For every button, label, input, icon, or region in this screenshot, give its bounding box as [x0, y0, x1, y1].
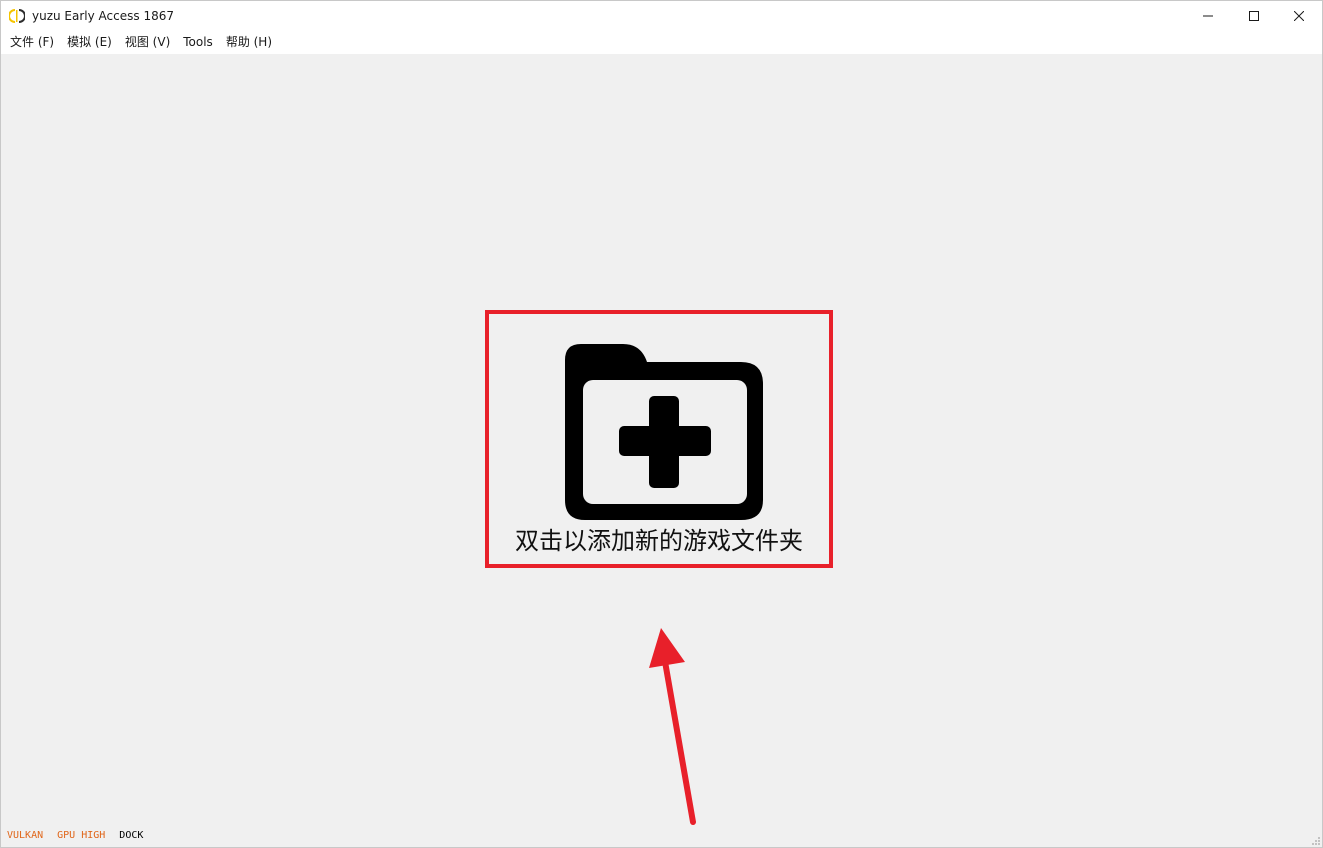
close-icon	[1294, 11, 1304, 21]
menu-file[interactable]: 文件 (F)	[4, 31, 61, 54]
menu-tools[interactable]: Tools	[177, 31, 220, 54]
menu-view[interactable]: 视图 (V)	[119, 31, 177, 54]
menu-emulation[interactable]: 模拟 (E)	[61, 31, 119, 54]
gpu-accuracy-status[interactable]: GPU HIGH	[57, 825, 105, 847]
maximize-button[interactable]	[1231, 1, 1277, 31]
minimize-button[interactable]	[1185, 1, 1231, 31]
minimize-icon	[1203, 15, 1213, 17]
menu-bar: 文件 (F) 模拟 (E) 视图 (V) Tools 帮助 (H)	[1, 31, 1322, 54]
title-bar[interactable]: yuzu Early Access 1867	[1, 1, 1322, 31]
app-window: yuzu Early Access 1867 文件 (F) 模拟 (E) 视图 …	[0, 0, 1323, 848]
add-game-folder-area[interactable]: 双击以添加新的游戏文件夹	[485, 310, 833, 568]
dock-mode-status[interactable]: DOCK	[119, 825, 143, 847]
game-list-area[interactable]: 双击以添加新的游戏文件夹	[1, 54, 1322, 825]
folder-add-icon	[565, 344, 763, 520]
arrow-up-icon	[649, 628, 696, 825]
status-bar: VULKAN GPU HIGH DOCK	[1, 825, 1322, 847]
maximize-icon	[1249, 11, 1259, 21]
add-game-folder-label: 双击以添加新的游戏文件夹	[515, 527, 803, 555]
close-button[interactable]	[1276, 1, 1322, 31]
yuzu-logo-icon	[8, 8, 26, 24]
window-title: yuzu Early Access 1867	[32, 9, 174, 23]
resize-grip-icon[interactable]	[1311, 836, 1321, 846]
menu-help[interactable]: 帮助 (H)	[220, 31, 279, 54]
renderer-api-status[interactable]: VULKAN	[7, 825, 43, 847]
